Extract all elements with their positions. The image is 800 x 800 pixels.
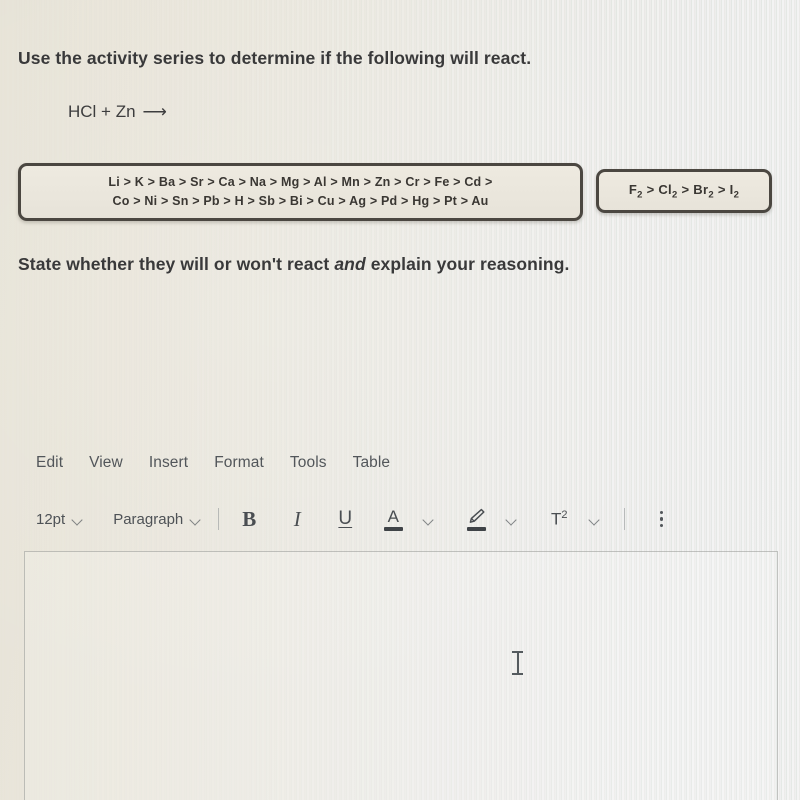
highlight-color-swatch — [466, 526, 486, 531]
equation-reactants: HCl + Zn — [68, 102, 136, 121]
highlighter-pen-icon — [466, 506, 486, 532]
editor-menubar: Edit View Insert Format Tools Table — [36, 454, 390, 472]
text-ibeam-cursor — [512, 651, 523, 675]
bold-button[interactable]: B — [236, 506, 262, 532]
text-color-dropdown[interactable] — [415, 506, 441, 532]
chevron-down-icon — [72, 516, 83, 523]
block-format-value: Paragraph — [113, 510, 184, 528]
chemical-equation: HCl + Zn ⟶ — [68, 102, 167, 122]
question-followup-emphasis: and — [334, 254, 366, 274]
kebab-dot — [659, 517, 663, 521]
menu-item-edit[interactable]: Edit — [36, 454, 63, 472]
reaction-arrow-icon: ⟶ — [142, 102, 167, 121]
menu-item-table[interactable]: Table — [353, 454, 391, 472]
text-color-swatch — [383, 526, 403, 531]
question-followup: State whether they will or won't react a… — [18, 254, 569, 275]
ibeam-stem — [516, 653, 519, 673]
editor-toolbar: 12pt Paragraph B I U A T2 — [36, 504, 671, 534]
answer-textarea[interactable] — [24, 551, 778, 800]
block-format-dropdown[interactable]: Paragraph — [113, 511, 201, 528]
halogen-activity-series-box: F2 > Cl2 > Br2 > I2 — [596, 169, 772, 213]
halogen-activity-series-line: F2 > Cl2 > Br2 > I2 — [628, 181, 740, 201]
chevron-down-icon — [506, 516, 517, 523]
menu-item-insert[interactable]: Insert — [149, 454, 188, 472]
text-color-button[interactable]: A — [380, 506, 406, 532]
font-size-value: 12pt — [36, 510, 66, 528]
text-color-icon: A — [383, 506, 403, 532]
question-prompt: Use the activity series to determine if … — [18, 48, 532, 68]
menu-item-view[interactable]: View — [89, 454, 123, 472]
toolbar-divider — [624, 508, 626, 530]
highlight-color-button[interactable] — [463, 506, 489, 532]
more-options-button[interactable] — [651, 506, 671, 532]
text-color-letter: A — [387, 506, 399, 526]
metal-activity-series-box: Li > K > Ba > Sr > Ca > Na > Mg > Al > M… — [18, 163, 583, 221]
superscript-dropdown[interactable] — [581, 506, 607, 532]
menu-item-format[interactable]: Format — [214, 454, 264, 472]
superscript-icon: T2 — [551, 509, 568, 530]
ibeam-cap-bottom — [512, 673, 523, 675]
kebab-dot — [659, 523, 663, 528]
kebab-dot — [659, 510, 663, 515]
chevron-down-icon — [423, 516, 434, 523]
metal-activity-series-line-1: Li > K > Ba > Sr > Ca > Na > Mg > Al > M… — [108, 175, 493, 189]
question-followup-part-2: explain your reasoning. — [365, 254, 570, 274]
italic-button[interactable]: I — [284, 506, 310, 532]
question-page: Use the activity series to determine if … — [0, 0, 800, 800]
question-followup-part-1: State whether they will or won't react — [18, 254, 335, 274]
font-size-dropdown[interactable]: 12pt — [36, 511, 83, 528]
superscript-base: T — [551, 509, 562, 529]
superscript-exponent: 2 — [561, 508, 568, 521]
menu-item-tools[interactable]: Tools — [290, 454, 327, 472]
chevron-down-icon — [190, 516, 201, 523]
metal-activity-series-line-2: Co > Ni > Sn > Pb > H > Sb > Bi > Cu > A… — [112, 194, 489, 208]
underline-button[interactable]: U — [332, 506, 358, 532]
highlight-color-dropdown[interactable] — [498, 506, 524, 532]
photographed-screen: Use the activity series to determine if … — [0, 0, 800, 800]
superscript-button[interactable]: T2 — [546, 506, 572, 532]
chevron-down-icon — [589, 516, 600, 523]
toolbar-divider — [218, 508, 220, 530]
